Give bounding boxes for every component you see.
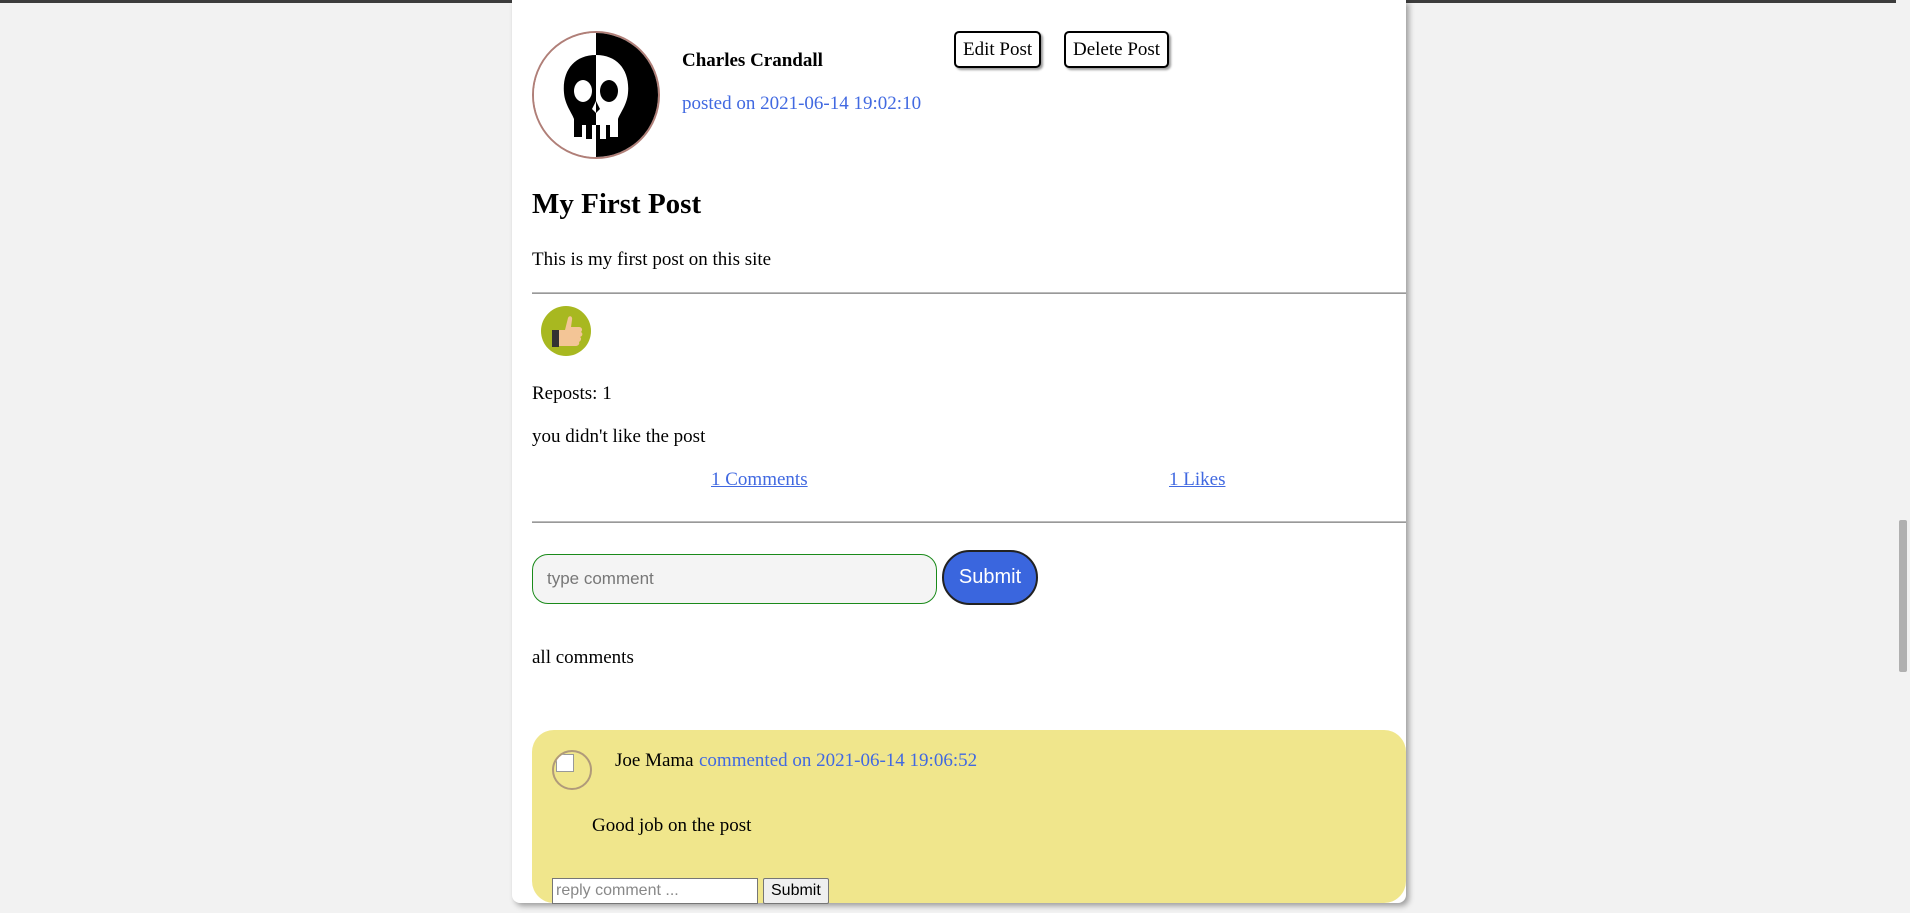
- likes-link[interactable]: 1 Likes: [1169, 469, 1225, 491]
- reposts-count: Reposts: 1: [532, 383, 612, 404]
- all-comments-heading: all comments: [532, 647, 634, 668]
- comment-submit-button[interactable]: Submit: [942, 550, 1038, 605]
- reply-input[interactable]: [552, 878, 758, 904]
- post-author: Charles Crandall: [682, 50, 823, 71]
- delete-post-button[interactable]: Delete Post: [1064, 31, 1170, 68]
- divider: [532, 292, 1406, 294]
- like-status: you didn't like the post: [532, 426, 706, 447]
- divider: [532, 521, 1406, 523]
- comment-input[interactable]: [532, 554, 937, 604]
- author-avatar[interactable]: [532, 31, 660, 159]
- comments-link[interactable]: 1 Comments: [711, 469, 808, 491]
- post-title: My First Post: [532, 188, 702, 220]
- post-card: Charles Crandall posted on 2021-06-14 19…: [512, 0, 1406, 904]
- post-content: This is my first post on this site: [532, 249, 772, 270]
- thumbs-up-icon[interactable]: [541, 306, 591, 356]
- comment-date: commented on 2021-06-14 19:06:52: [699, 750, 978, 771]
- page-scrollbar[interactable]: [1896, 0, 1910, 913]
- reply-submit-button[interactable]: Submit: [763, 878, 829, 904]
- scrollbar-thumb[interactable]: [1899, 520, 1907, 672]
- comment-item: Joe Mama commented on 2021-06-14 19:06:5…: [532, 730, 1406, 904]
- comment-text: Good job on the post: [592, 815, 752, 836]
- commenter-avatar: [552, 750, 592, 790]
- skull-avatar-icon: [534, 33, 658, 157]
- edit-post-button[interactable]: Edit Post: [954, 31, 1042, 68]
- post-date: posted on 2021-06-14 19:02:10: [682, 93, 922, 114]
- comment-author: Joe Mama: [615, 750, 694, 771]
- broken-image-icon: [556, 754, 574, 772]
